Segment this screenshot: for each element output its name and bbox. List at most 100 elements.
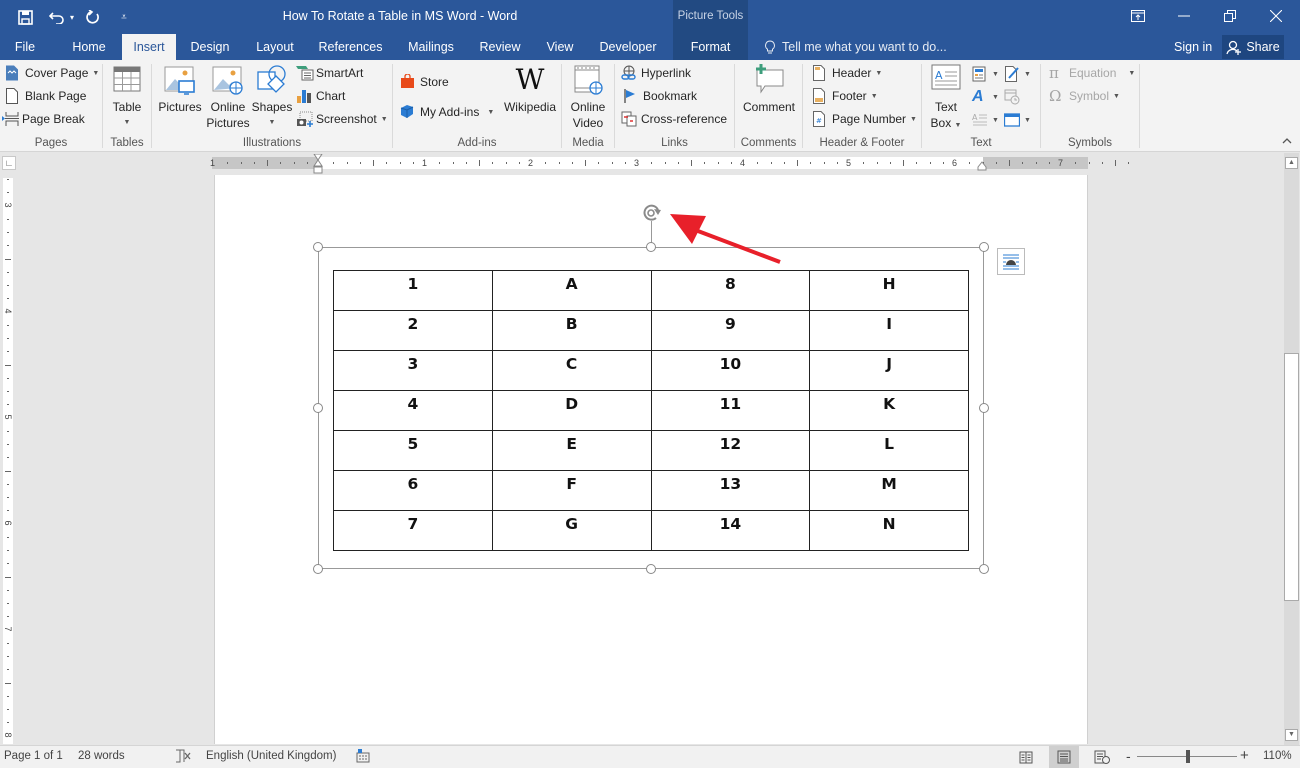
tab-file[interactable]: File <box>6 34 44 60</box>
footer-button[interactable]: Footer ▼ <box>812 85 878 107</box>
text-box-button[interactable]: A Text Box ▼ <box>928 64 964 134</box>
tab-mailings[interactable]: Mailings <box>400 34 462 60</box>
table-cell: G <box>491 510 652 551</box>
zoom-out-button[interactable]: - <box>1126 748 1131 764</box>
ruler-number: 3 <box>634 158 640 168</box>
zoom-level[interactable]: 110% <box>1263 750 1292 762</box>
minimize-button[interactable] <box>1161 0 1207 32</box>
share-button[interactable]: Share <box>1222 35 1284 59</box>
my-addins-button[interactable]: My Add-ins ▼ <box>400 101 494 123</box>
print-layout-button[interactable] <box>1049 746 1079 768</box>
quick-parts-button[interactable]: ▼ <box>972 63 999 85</box>
read-mode-button[interactable] <box>1011 746 1041 768</box>
zoom-in-button[interactable]: + <box>1240 747 1249 764</box>
restore-button[interactable] <box>1207 0 1253 32</box>
online-pictures-button[interactable]: Online Pictures <box>206 64 250 131</box>
date-time-button[interactable] <box>1004 86 1020 108</box>
table-cell: 6 <box>333 470 493 511</box>
status-bar: Page 1 of 1 28 words English (United Kin… <box>0 745 1300 768</box>
group-label-header-footer: Header & Footer <box>819 137 905 149</box>
resize-handle-top[interactable] <box>646 242 656 252</box>
tab-format[interactable]: Format <box>673 34 748 60</box>
tab-developer[interactable]: Developer <box>594 34 662 60</box>
store-button[interactable]: Store <box>400 71 449 93</box>
indent-marker-right[interactable] <box>977 161 987 171</box>
vertical-scrollbar[interactable]: ▲ ▼ <box>1284 153 1300 745</box>
equation-button[interactable]: π Equation ▼ <box>1049 62 1135 84</box>
tell-me-box[interactable]: Tell me what you want to do... <box>764 34 947 60</box>
comment-button[interactable]: Comment <box>740 64 798 115</box>
resize-handle-top-right[interactable] <box>979 242 989 252</box>
tab-review[interactable]: Review <box>474 34 526 60</box>
group-comments: Comment Comments <box>735 60 802 152</box>
tab-insert[interactable]: Insert <box>122 34 176 60</box>
page-break-button[interactable]: Page Break <box>2 108 85 130</box>
collapse-ribbon-icon[interactable] <box>1282 135 1292 147</box>
vertical-ruler[interactable]: 3 4 5 6 7 8 <box>3 178 13 750</box>
arrow-shaft <box>689 226 781 264</box>
macro-recording-icon[interactable] <box>356 749 370 766</box>
scroll-down-button[interactable]: ▼ <box>1285 729 1298 741</box>
object-button[interactable]: ▼ <box>1003 109 1031 131</box>
date-time-icon <box>1004 89 1020 105</box>
word-count[interactable]: 28 words <box>78 750 125 762</box>
bookmark-button[interactable]: Bookmark <box>623 85 697 107</box>
online-video-button[interactable]: Online Video <box>568 64 608 131</box>
shapes-button[interactable]: Shapes ▼ <box>251 64 293 131</box>
online-pictures-label-2: Pictures <box>206 116 250 130</box>
page-count[interactable]: Page 1 of 1 <box>4 750 63 762</box>
pictures-button[interactable]: Pictures <box>158 64 202 115</box>
wikipedia-button[interactable]: W Wikipedia <box>504 64 556 115</box>
ruler-tick <box>373 160 374 166</box>
zoom-slider-thumb[interactable] <box>1186 750 1190 763</box>
smartart-button[interactable]: SmartArt <box>296 62 363 84</box>
chart-button[interactable]: Chart <box>296 85 345 107</box>
tab-design[interactable]: Design <box>183 34 237 60</box>
screenshot-button[interactable]: Screenshot ▼ <box>296 108 388 130</box>
tab-layout[interactable]: Layout <box>248 34 302 60</box>
resize-handle-bottom[interactable] <box>646 564 656 574</box>
scroll-up-button[interactable]: ▲ <box>1285 157 1298 169</box>
proofing-icon[interactable] <box>175 749 191 766</box>
sign-in-link[interactable]: Sign in <box>1174 34 1212 60</box>
symbol-button[interactable]: Ω Symbol ▼ <box>1049 85 1120 107</box>
signature-line-button[interactable]: ▼ <box>1004 63 1031 85</box>
resize-handle-bottom-left[interactable] <box>313 564 323 574</box>
ribbon-display-options-button[interactable] <box>1115 0 1161 32</box>
tab-view[interactable]: View <box>538 34 582 60</box>
scrollbar-thumb[interactable] <box>1284 353 1299 601</box>
tab-references[interactable]: References <box>313 34 388 60</box>
screenshot-label: Screenshot <box>316 112 377 126</box>
page-number-button[interactable]: # Page Number ▼ <box>812 108 917 130</box>
resize-handle-left[interactable] <box>313 403 323 413</box>
ruler-tick <box>677 162 679 164</box>
table-button[interactable]: Table ▼ <box>109 64 145 131</box>
resize-handle-top-left[interactable] <box>313 242 323 252</box>
hyperlink-button[interactable]: Hyperlink <box>621 62 691 84</box>
web-layout-button[interactable] <box>1087 746 1117 768</box>
cross-reference-button[interactable]: Cross-reference <box>621 108 727 130</box>
cover-page-button[interactable]: Cover Page ▼ <box>5 62 99 84</box>
ruler-tick <box>7 669 9 671</box>
cross-reference-label: Cross-reference <box>641 112 728 126</box>
pictures-icon <box>164 64 196 96</box>
online-video-label-2: Video <box>572 116 604 130</box>
layout-options-button[interactable] <box>997 248 1025 275</box>
tab-home[interactable]: Home <box>63 34 115 60</box>
ruler-tick <box>293 162 295 164</box>
wordart-button[interactable]: A ▼ <box>972 86 999 108</box>
horizontal-ruler[interactable]: 1 1 2 3 4 5 6 7 <box>210 154 1130 174</box>
ruler-number: 3 <box>3 202 13 208</box>
resize-handle-right[interactable] <box>979 403 989 413</box>
group-symbols: π Equation ▼ Ω Symbol ▼ Symbols <box>1041 60 1139 152</box>
rotate-handle[interactable] <box>640 202 664 224</box>
resize-handle-bottom-right[interactable] <box>979 564 989 574</box>
ruler-tick <box>7 510 9 512</box>
online-pictures-icon <box>212 64 244 96</box>
drop-cap-button[interactable]: A ▼ <box>972 109 999 131</box>
blank-page-button[interactable]: Blank Page <box>5 85 86 107</box>
header-button[interactable]: Header ▼ <box>812 62 882 84</box>
language[interactable]: English (United Kingdom) <box>206 750 336 762</box>
tab-stop-selector[interactable]: ∟ <box>2 156 16 170</box>
close-button[interactable] <box>1253 0 1299 32</box>
